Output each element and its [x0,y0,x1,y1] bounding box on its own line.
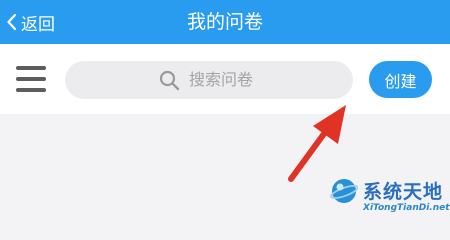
watermark-logo-icon [330,179,358,203]
watermark-name-en: XiTongTianDi.net [363,203,450,213]
watermark-name-cn: 系统天地 [363,181,444,203]
watermark: 系统天地 XiTongTianDi.net [330,177,450,217]
